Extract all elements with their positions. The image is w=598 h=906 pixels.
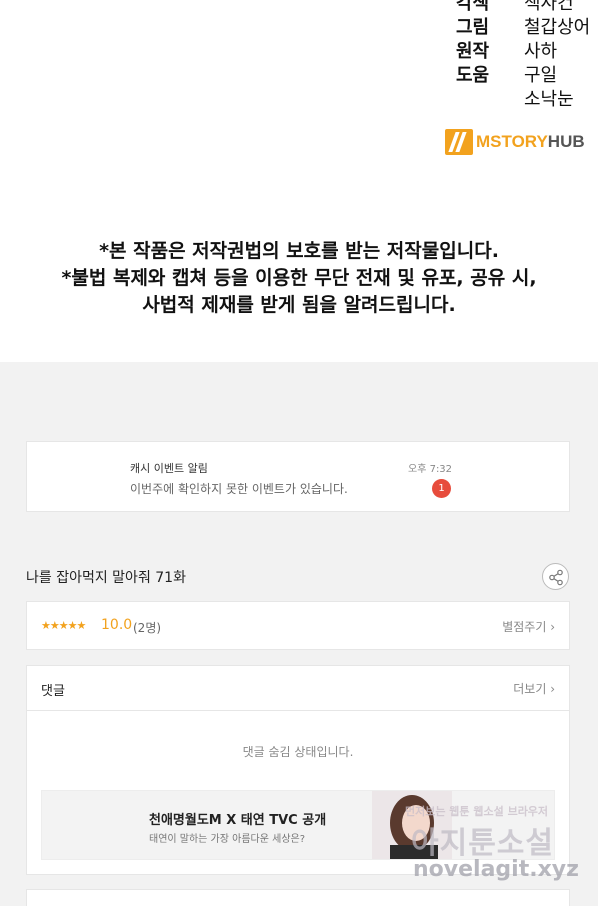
credit-role: 원작 [456,41,490,62]
logo-text: MSTORYHUB [476,132,585,152]
comments-title: 댓글 [41,684,65,699]
credit-row: 그림 철갑상어 [456,16,590,40]
credit-value: 구일 [524,65,558,86]
watermark: 먼저보는 웹툰 웹소설 브라우저 아지툰소설 novelagit.xyz [405,800,595,900]
share-icon [549,569,563,586]
credit-row: 도움 구일 [456,64,590,88]
credit-role: 각색 [456,0,490,14]
ad-title: 천애명월도M X 태연 TVC 공개 [149,813,327,828]
credit-row: 각색 책사건 [456,0,590,16]
event-alert-card[interactable]: 캐시 이벤트 알림 이번주에 확인하지 못한 이벤트가 있습니다. 오후 7:3… [26,441,570,512]
rating-stars: ★★★★★ [41,619,86,632]
comments-header: 댓글 더보기 › [27,666,569,711]
credit-value: 사하 [524,41,558,62]
comments-more-link[interactable]: 더보기 › [513,680,555,697]
copyright-notice: *본 작품은 저작권법의 보호를 받는 저작물입니다. *불법 복제와 캡쳐 등… [0,238,598,319]
credit-value: 책사건 [524,0,574,14]
notification-badge: 1 [432,479,451,498]
credit-role: 도움 [456,65,490,86]
notice-line: 사법적 제재를 받게 됨을 알려드립니다. [142,294,456,316]
watermark-brand: 아지툰소설 [411,826,554,861]
logo-text-hub: HUB [547,132,585,151]
event-alert-time: 오후 7:32 [408,464,453,475]
credit-role: 그림 [456,17,490,38]
logo-text-main: MSTORY [476,132,548,151]
event-alert-title: 캐시 이벤트 알림 [130,462,208,475]
rate-button[interactable]: 별점주기 › [502,618,555,635]
share-button[interactable] [542,563,569,590]
episode-title: 나를 잡아먹지 말아줘 71화 [26,570,186,586]
comments-hidden-notice: 댓글 숨김 상태입니다. [242,745,354,759]
rating-score: 10.0 [101,617,133,633]
watermark-url: novelagit.xyz [413,857,579,882]
mstoryhub-logo: MSTORYHUB [445,128,585,156]
mstoryhub-logo-icon [445,129,473,155]
ad-subtitle: 태연이 말하는 가장 아름다운 세상은? [149,834,306,845]
watermark-tagline: 먼저보는 웹툰 웹소설 브라우저 [405,805,549,818]
comic-credit-area: 각색 책사건 그림 철갑상어 원작 사하 도움 구일 소낙눈 MSTORYHUB *본 … [0,0,598,362]
notice-line: *불법 복제와 캡쳐 등을 이용한 무단 전재 및 유포, 공유 시, [61,267,537,289]
credit-extra: 소낙눈 [524,89,574,110]
credit-row: 원작 사하 [456,40,590,64]
credit-value: 철갑상어 [524,17,591,38]
credits-list: 각색 책사건 그림 철갑상어 원작 사하 도움 구일 소낙눈 [456,0,590,112]
event-alert-message: 이번주에 확인하지 못한 이벤트가 있습니다. [130,482,348,496]
notice-line: *본 작품은 저작권법의 보호를 받는 저작물입니다. [99,240,499,262]
rating-count: (2명) [133,621,162,635]
rating-bar: ★★★★★ 10.0 (2명) 별점주기 › [26,601,570,650]
